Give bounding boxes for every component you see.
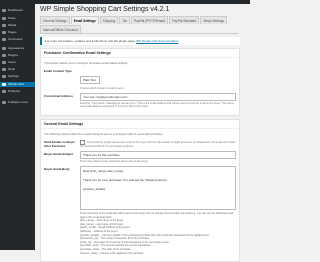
purchaser-description: This section allows you to configure pur… bbox=[44, 61, 129, 65]
subject-input[interactable]: Thank you for the purchase bbox=[80, 150, 236, 159]
wrench-icon bbox=[2, 68, 6, 71]
documentation-link[interactable]: WP Simple Cart Documentation bbox=[136, 39, 178, 43]
sidebar-item-users[interactable]: Users bbox=[2, 60, 33, 65]
tab-general-settings[interactable]: General Settings bbox=[40, 16, 70, 24]
content-type-label: Email Content Type bbox=[44, 69, 72, 73]
sidebar-item-media[interactable]: Media bbox=[2, 23, 33, 28]
dashboard-icon bbox=[2, 9, 6, 12]
body-line: {product_details} bbox=[83, 186, 106, 191]
email-body-textarea[interactable]: Dear {first_name} {last_name} Thank you … bbox=[80, 166, 236, 211]
general-heading: General Email Settings bbox=[41, 120, 239, 129]
content-type-select[interactable]: Plain Text bbox=[80, 76, 100, 84]
tab-email-settings[interactable]: Email Settings bbox=[70, 16, 99, 24]
tab-manual-checkout[interactable]: Manual/Offline Checkout bbox=[40, 25, 81, 33]
product-icon bbox=[2, 90, 6, 93]
send-email-hint: If checked the plugin will send an email… bbox=[80, 140, 236, 148]
plugin-icon bbox=[2, 54, 6, 57]
tab-shipping[interactable]: Shipping bbox=[99, 16, 119, 24]
purchaser-email-panel: Purchaser Confirmation Email Settings Th… bbox=[40, 48, 240, 116]
send-email-label: Send Emails to Buyer After Purchase bbox=[44, 139, 75, 148]
settings-icon bbox=[2, 75, 6, 78]
sidebar-item-posts[interactable]: Posts bbox=[2, 16, 33, 21]
sidebar-item-appearance[interactable]: Appearance bbox=[2, 46, 33, 51]
collapse-icon bbox=[2, 101, 6, 104]
sidebar-item-products[interactable]: Products bbox=[2, 89, 33, 94]
tab-paypal-standard[interactable]: PayPal Standard bbox=[169, 16, 200, 24]
from-email-label: From Email Address bbox=[44, 94, 74, 99]
sidebar-item-comments[interactable]: Comments bbox=[2, 37, 33, 42]
brush-icon bbox=[2, 47, 6, 50]
general-email-panel: General Email Settings The following opt… bbox=[40, 118, 240, 262]
tab-tax[interactable]: Tax bbox=[119, 16, 131, 24]
info-notice: For more information, updates and instru… bbox=[40, 37, 240, 45]
cart-icon bbox=[2, 83, 6, 86]
sidebar-item-tools[interactable]: Tools bbox=[2, 67, 33, 72]
sidebar-item-settings[interactable]: Settings bbox=[2, 74, 33, 79]
pin-icon bbox=[2, 17, 6, 20]
media-icon bbox=[2, 24, 6, 27]
content-type-hint: Choose which format of email to send. bbox=[80, 87, 125, 90]
general-description: The following options affect the emails … bbox=[44, 131, 164, 136]
sidebar-item-pages[interactable]: Pages bbox=[2, 30, 33, 35]
purchaser-heading: Purchaser Confirmation Email Settings bbox=[41, 49, 239, 58]
admin-top-bar bbox=[0, 0, 250, 4]
from-email-input[interactable]: Your site <wp@yourdomain.com> bbox=[80, 93, 236, 102]
main-content: WP Simple Shopping Cart Settings v4.2.1 … bbox=[38, 6, 248, 262]
tag-item: {coupon_code} – Coupon code applied to t… bbox=[80, 251, 144, 255]
tab-stripe-settings[interactable]: Stripe Settings bbox=[200, 16, 227, 24]
sidebar-item-dashboard[interactable]: Dashboard bbox=[2, 8, 33, 13]
sidebar-item-simple-cart[interactable]: Simple Cart bbox=[0, 82, 35, 87]
users-icon bbox=[2, 61, 6, 64]
email-tags-list: This is the body of the email that will … bbox=[80, 212, 236, 255]
settings-tabs: General Settings Email Settings Shipping… bbox=[40, 16, 238, 34]
subject-hint: This is the subject of the email that wi… bbox=[80, 159, 149, 163]
body-label: Buyer Email Body bbox=[44, 167, 70, 172]
sidebar-item-collapse[interactable]: Collapse menu bbox=[2, 100, 33, 105]
subject-label: Buyer Email Subject bbox=[44, 151, 74, 156]
page-icon bbox=[2, 31, 6, 34]
notice-text: For more information, updates and instru… bbox=[45, 39, 136, 43]
comment-icon bbox=[2, 38, 6, 41]
sidebar-item-plugins[interactable]: Plugins bbox=[2, 53, 33, 58]
from-email-hint: Example: Your Name <sales@your-domain.co… bbox=[80, 102, 234, 109]
tab-paypal-ppcp[interactable]: PayPal (PPCP/Smart) bbox=[131, 16, 169, 24]
page-title: WP Simple Shopping Cart Settings v4.2.1 bbox=[40, 6, 170, 13]
